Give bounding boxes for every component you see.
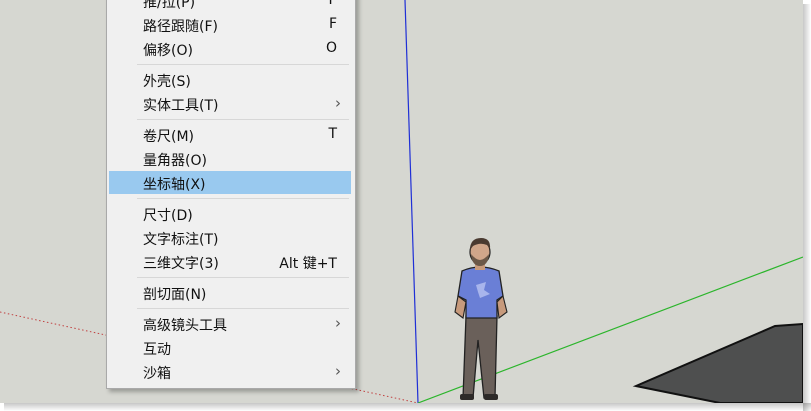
menu-item-outer-shell[interactable]: 外壳(S) xyxy=(109,68,351,91)
menu-item-3d-text[interactable]: 三维文字(3) Alt 键+T xyxy=(109,250,351,273)
context-menu: 推/拉(P) P 路径跟随(F) F 偏移(O) O 外壳(S) 实体工具(T)… xyxy=(106,0,356,389)
window-shadow-bottom xyxy=(4,403,811,411)
menu-separator xyxy=(137,277,349,278)
menu-item-label: 外壳(S) xyxy=(143,74,191,90)
menu-item-text[interactable]: 文字标注(T) xyxy=(109,226,351,249)
ground-plane-shape xyxy=(632,322,803,403)
menu-item-label: 三维文字(3) xyxy=(143,256,219,272)
person-figure xyxy=(454,238,508,400)
menu-item-label: 高级镜头工具 xyxy=(143,318,227,334)
menu-item-axes[interactable]: 坐标轴(X) xyxy=(109,171,351,194)
menu-item-protractor[interactable]: 量角器(O) xyxy=(109,147,351,170)
submenu-arrow-icon: › xyxy=(335,94,341,112)
menu-item-label: 文字标注(T) xyxy=(143,232,219,248)
menu-separator xyxy=(137,198,349,199)
window-shadow-right xyxy=(803,4,811,411)
menu-item-sandbox[interactable]: 沙箱 › xyxy=(109,360,351,383)
menu-item-label: 沙箱 xyxy=(143,366,171,382)
menu-item-label: 互动 xyxy=(143,342,171,358)
menu-item-label: 偏移(O) xyxy=(143,43,193,59)
menu-separator xyxy=(137,64,349,65)
menu-item-offset[interactable]: 偏移(O) O xyxy=(109,37,351,60)
screenshot-frame: 推/拉(P) P 路径跟随(F) F 偏移(O) O 外壳(S) 实体工具(T)… xyxy=(0,0,811,411)
menu-item-shortcut: F xyxy=(328,16,337,32)
menu-item-shortcut: Alt 键+T xyxy=(279,256,337,272)
menu-item-section-plane[interactable]: 剖切面(N) xyxy=(109,281,351,304)
menu-item-label: 卷尺(M) xyxy=(143,129,195,145)
menu-item-label: 路径跟随(F) xyxy=(143,19,218,35)
menu-item-advanced-camera-tools[interactable]: 高级镜头工具 › xyxy=(109,312,351,335)
menu-item-label: 量角器(O) xyxy=(143,153,207,169)
menu-item-solid-tools[interactable]: 实体工具(T) › xyxy=(109,92,351,115)
menu-item-interact[interactable]: 互动 xyxy=(109,336,351,359)
menu-item-label: 剖切面(N) xyxy=(143,287,207,303)
submenu-arrow-icon: › xyxy=(335,314,341,332)
submenu-arrow-icon: › xyxy=(335,362,341,380)
menu-item-dimensions[interactable]: 尺寸(D) xyxy=(109,202,351,225)
menu-separator xyxy=(137,308,349,309)
blue-axis xyxy=(404,0,419,403)
3d-viewport[interactable]: 推/拉(P) P 路径跟随(F) F 偏移(O) O 外壳(S) 实体工具(T)… xyxy=(0,0,803,403)
menu-item-shortcut: P xyxy=(328,0,337,8)
menu-item-shortcut: T xyxy=(328,126,337,142)
menu-item-label: 推/拉(P) xyxy=(143,0,196,11)
menu-item-label: 尺寸(D) xyxy=(143,208,193,224)
menu-item-follow-me[interactable]: 路径跟随(F) F xyxy=(109,13,351,36)
menu-separator xyxy=(137,119,349,120)
menu-item-push-pull[interactable]: 推/拉(P) P xyxy=(109,0,351,12)
menu-item-label: 实体工具(T) xyxy=(143,98,219,114)
menu-item-tape-measure[interactable]: 卷尺(M) T xyxy=(109,123,351,146)
menu-item-shortcut: O xyxy=(325,40,337,56)
menu-item-label: 坐标轴(X) xyxy=(143,177,206,193)
